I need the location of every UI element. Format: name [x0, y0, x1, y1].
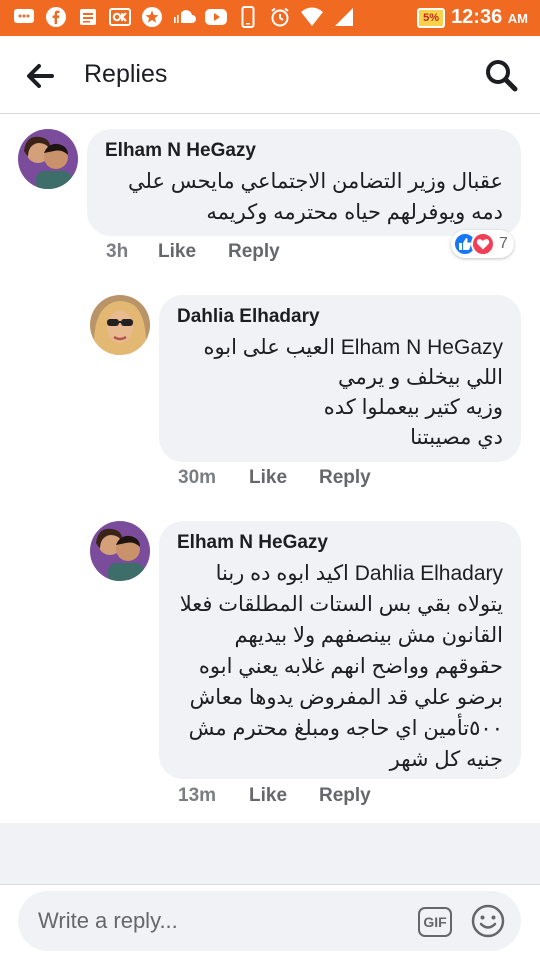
reply-button[interactable]: Reply — [319, 785, 371, 807]
comment-text: وزيه كتير بيعملوا كده — [323, 396, 503, 419]
facebook-icon — [44, 5, 68, 29]
star-icon — [140, 5, 164, 29]
reaction-summary[interactable]: 7 — [451, 230, 514, 258]
wifi-icon — [300, 5, 324, 29]
clock-ampm: AM — [507, 11, 528, 26]
app-bar: Replies — [0, 36, 540, 114]
message-icon — [12, 5, 36, 29]
comment-text: عقبال وزير التضامن الاجتماعي مايحس علي — [128, 170, 503, 193]
comment-text: القانون مش بينصفهم ولا بيديهم — [234, 624, 503, 647]
reply-composer[interactable]: Write a reply... GIF — [18, 891, 521, 951]
profile-photo-icon — [90, 295, 150, 355]
avatar[interactable] — [90, 521, 150, 581]
section-divider — [0, 823, 540, 885]
comment-bubble[interactable]: Dahlia Elhadary Elham N HeGazy العيب على… — [159, 295, 521, 462]
profile-photo-icon — [90, 521, 150, 581]
comment-text: اللي بيخلف و يرمي — [338, 366, 503, 389]
comment-text: Elham N HeGazy العيب على ابوه — [203, 336, 503, 359]
like-button[interactable]: Like — [158, 241, 196, 263]
comment-text: برضو علي قد المفروض يدوها معاش — [189, 686, 503, 709]
comment-bubble[interactable]: Elham N HeGazy عقبال وزير التضامن الاجتم… — [87, 129, 521, 236]
back-button[interactable] — [22, 58, 58, 94]
reply-button[interactable]: Reply — [319, 467, 371, 489]
soundcloud-icon — [172, 5, 196, 29]
comment-author[interactable]: Elham N HeGazy — [177, 532, 328, 554]
comment-text: حقوقهم وواضح انهم غلابه يعني ابوه — [198, 655, 503, 678]
ok-icon — [108, 5, 132, 29]
reply-input[interactable]: Write a reply... — [38, 908, 178, 934]
avatar[interactable] — [90, 295, 150, 355]
like-button[interactable]: Like — [249, 785, 287, 807]
comment-time: 13m — [178, 785, 217, 806]
comment-text: Dahlia Elhadary اكيد ابوه ده ربنا — [215, 562, 503, 585]
emoji-button[interactable] — [470, 903, 506, 939]
comment-text: دي مصيبتنا — [410, 426, 503, 449]
page-title: Replies — [84, 60, 168, 88]
clock: 12:36 AM — [451, 6, 528, 29]
phone-icon — [236, 5, 260, 29]
comment-bubble[interactable]: Elham N HeGazy Dahlia Elhadary اكيد ابوه… — [159, 521, 521, 779]
battery-indicator: 5% — [417, 7, 446, 28]
profile-photo-icon — [18, 129, 78, 189]
gif-button[interactable]: GIF — [418, 907, 452, 937]
avatar[interactable] — [18, 129, 78, 189]
status-bar: 5% 12:36 AM — [0, 0, 540, 36]
search-button[interactable] — [482, 56, 520, 94]
comment-text: دمه ويوفرلهم حياه محترمه وكريمه — [206, 201, 503, 224]
smiley-icon — [471, 904, 505, 938]
news-icon — [76, 5, 100, 29]
love-reaction-icon — [471, 232, 495, 256]
search-icon — [486, 60, 518, 92]
comment-text: ٥٠٠تأمين اي حاجه ومبلغ محترم مش — [188, 717, 503, 740]
comment-time: 3h — [106, 241, 129, 262]
status-right: 5% 12:36 AM — [417, 6, 528, 29]
clock-time: 12:36 — [451, 6, 503, 28]
reaction-count: 7 — [499, 235, 508, 252]
comment-text: جنيه كل شهر — [389, 748, 503, 771]
signal-icon — [332, 5, 356, 29]
comment-author[interactable]: Elham N HeGazy — [105, 140, 256, 162]
youtube-icon — [204, 5, 228, 29]
like-button[interactable]: Like — [249, 467, 287, 489]
comment-text: يتولاه بقي بس الستات المطلقات فعلا — [179, 593, 503, 616]
back-arrow-icon — [27, 64, 54, 88]
comment-time: 30m — [178, 467, 217, 488]
comment-author[interactable]: Dahlia Elhadary — [177, 306, 320, 328]
reply-button[interactable]: Reply — [228, 241, 280, 263]
alarm-icon — [268, 5, 292, 29]
notification-icons — [12, 5, 356, 29]
